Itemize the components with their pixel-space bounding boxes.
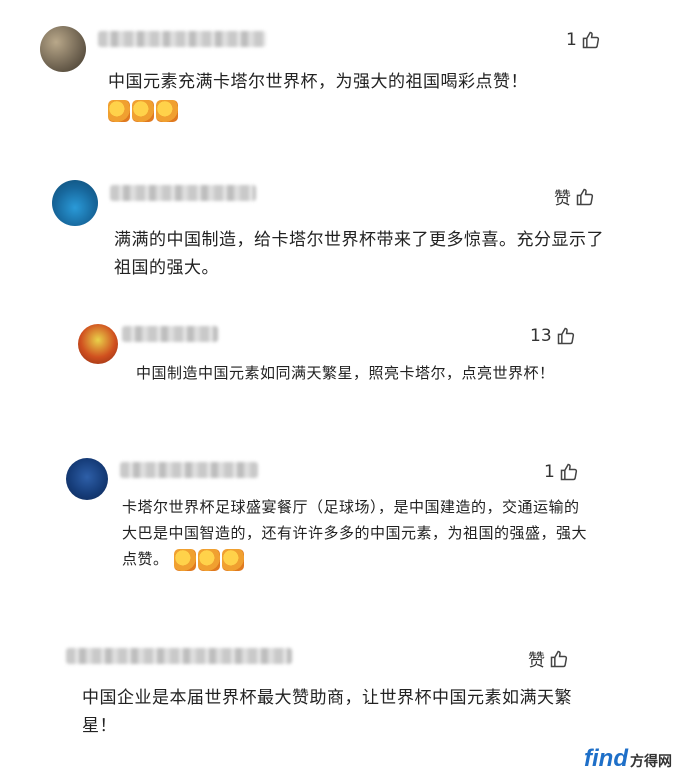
- watermark-logo: find: [584, 745, 628, 772]
- like-count: 赞: [528, 651, 545, 671]
- watermark-text: 方得网: [630, 753, 672, 769]
- comment-item: 赞 中国企业是本届世界杯最大赞助商，让世界杯中国元素如满天繁星！: [0, 0, 680, 760]
- thumbs-up-icon: [550, 650, 568, 667]
- comment-text: 中国企业是本届世界杯最大赞助商，让世界杯中国元素如满天繁星！: [82, 688, 572, 736]
- site-watermark: find 方得网: [584, 745, 672, 773]
- username-blurred[interactable]: [66, 648, 292, 664]
- like-button[interactable]: 赞: [528, 646, 569, 671]
